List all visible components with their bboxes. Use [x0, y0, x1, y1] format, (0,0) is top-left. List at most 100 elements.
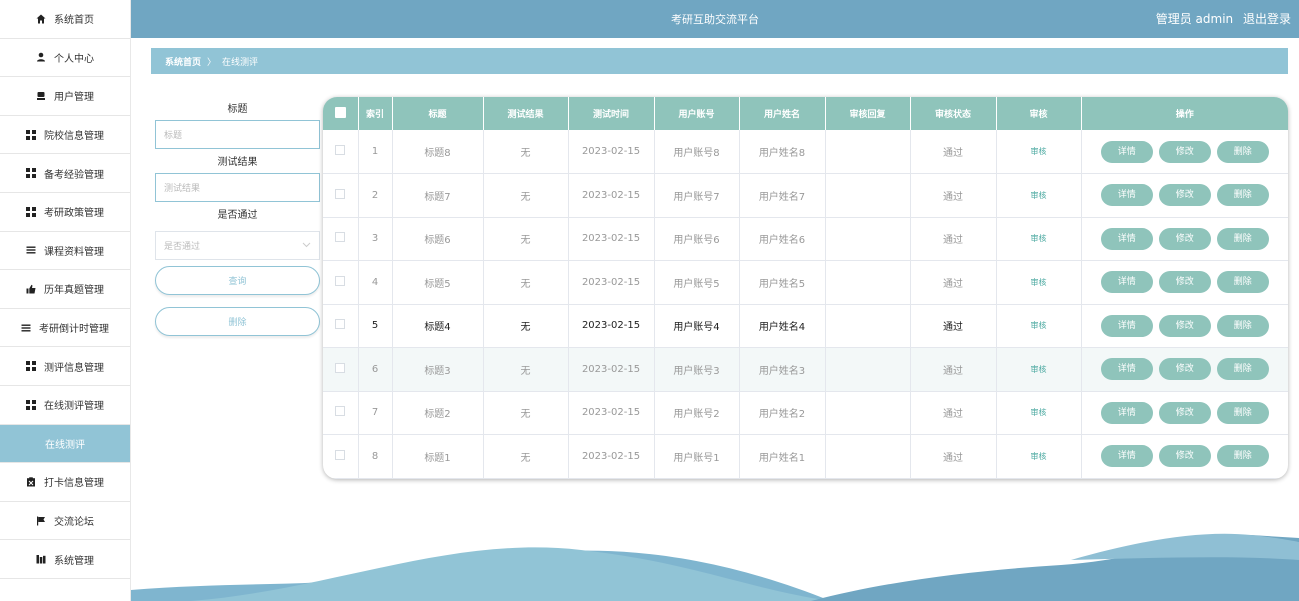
sidebar-item-14[interactable]: 系统管理 — [0, 540, 130, 579]
detail-button[interactable]: 详情 — [1100, 140, 1153, 163]
audit-link[interactable]: 审核 — [1031, 234, 1047, 243]
cell-reply — [825, 173, 911, 218]
cell-name: 用户姓名4 — [739, 304, 826, 348]
breadcrumb-home[interactable]: 系统首页 — [165, 55, 201, 68]
cell-audit: 审核 — [996, 304, 1082, 348]
delete-row-button[interactable]: 删除 — [1216, 445, 1269, 468]
column-header: 测试时间 — [568, 97, 655, 130]
sidebar-item-7[interactable]: 历年真题管理 — [0, 270, 130, 309]
result-label: 测试结果 — [217, 157, 258, 168]
cell-name: 用户姓名2 — [739, 391, 826, 435]
detail-button[interactable]: 详情 — [1100, 445, 1153, 468]
audit-link[interactable]: 审核 — [1031, 365, 1047, 374]
audit-link[interactable]: 审核 — [1031, 191, 1047, 200]
logout-link[interactable]: 退出登录 — [1243, 12, 1291, 26]
cell-result: 无 — [483, 260, 569, 305]
sidebar-item-label: 交流论坛 — [54, 517, 94, 529]
sidebar-item-1[interactable]: 个人中心 — [0, 39, 130, 78]
audit-link[interactable]: 审核 — [1031, 147, 1047, 156]
row-checkbox[interactable] — [323, 217, 359, 261]
edit-button[interactable]: 修改 — [1158, 184, 1211, 207]
select-all-checkbox[interactable] — [323, 97, 359, 130]
title-input[interactable]: 标题 — [155, 120, 320, 149]
cell-account: 用户账号5 — [654, 260, 740, 305]
sidebar-item-0[interactable]: 系统首页 — [0, 0, 130, 39]
delete-row-button[interactable]: 删除 — [1216, 271, 1269, 294]
detail-button[interactable]: 详情 — [1100, 401, 1153, 424]
sidebar-item-13[interactable]: 交流论坛 — [0, 502, 130, 541]
sidebar-item-label: 用户管理 — [54, 92, 94, 104]
cell-index: 1 — [358, 130, 393, 174]
cell-status: 通过 — [910, 391, 997, 435]
cell-actions: 详情 修改 删除 — [1081, 217, 1288, 261]
sidebar-item-9[interactable]: 测评信息管理 — [0, 347, 130, 386]
row-checkbox[interactable] — [323, 173, 359, 218]
row-checkbox[interactable] — [323, 260, 359, 305]
detail-button[interactable]: 详情 — [1100, 271, 1153, 294]
row-checkbox[interactable] — [323, 130, 359, 174]
cell-title: 标题2 — [392, 391, 484, 435]
edit-button[interactable]: 修改 — [1158, 314, 1211, 337]
edit-button[interactable]: 修改 — [1158, 271, 1211, 294]
edit-button[interactable]: 修改 — [1158, 401, 1211, 424]
delete-row-button[interactable]: 删除 — [1216, 358, 1269, 381]
cell-result: 无 — [483, 304, 569, 348]
cell-audit: 审核 — [996, 391, 1082, 435]
cell-audit: 审核 — [996, 260, 1082, 305]
delete-row-button[interactable]: 删除 — [1216, 140, 1269, 163]
row-checkbox[interactable] — [323, 347, 359, 392]
query-button[interactable]: 查询 — [155, 266, 320, 295]
sidebar-item-6[interactable]: 课程资料管理 — [0, 232, 130, 271]
sidebar-item-11[interactable]: 在线测评 — [0, 424, 130, 464]
edit-button[interactable]: 修改 — [1158, 227, 1211, 250]
cell-reply — [825, 391, 911, 435]
delete-row-button[interactable]: 删除 — [1216, 184, 1269, 207]
grid-icon — [26, 399, 36, 410]
list-icon — [26, 245, 36, 255]
audit-link[interactable]: 审核 — [1031, 408, 1047, 417]
cell-title: 标题8 — [392, 130, 484, 174]
sidebar-item-4[interactable]: 备考经验管理 — [0, 154, 130, 193]
cell-index: 7 — [358, 391, 393, 435]
sidebar-item-2[interactable]: 用户管理 — [0, 77, 130, 116]
cell-account: 用户账号2 — [654, 391, 740, 435]
cell-audit: 审核 — [996, 130, 1082, 174]
sidebar-item-label: 在线测评 — [45, 439, 85, 451]
result-input[interactable]: 测试结果 — [155, 173, 320, 202]
flag-icon — [36, 516, 46, 526]
delete-row-button[interactable]: 删除 — [1216, 227, 1269, 250]
detail-button[interactable]: 详情 — [1100, 358, 1153, 381]
cell-result: 无 — [483, 391, 569, 435]
detail-button[interactable]: 详情 — [1100, 227, 1153, 250]
sidebar-item-10[interactable]: 在线测评管理 — [0, 386, 130, 425]
pass-select[interactable]: 是否通过 — [155, 231, 320, 260]
delete-button[interactable]: 删除 — [155, 307, 320, 336]
title-label: 标题 — [227, 104, 248, 115]
detail-button[interactable]: 详情 — [1100, 314, 1153, 337]
audit-link[interactable]: 审核 — [1031, 278, 1047, 287]
row-checkbox[interactable] — [323, 434, 359, 479]
detail-button[interactable]: 详情 — [1100, 184, 1153, 207]
column-header: 操作 — [1175, 110, 1194, 120]
edit-button[interactable]: 修改 — [1158, 140, 1211, 163]
sidebar-item-12[interactable]: 打卡信息管理 — [0, 463, 130, 502]
user-area: 管理员 admin 退出登录 — [1150, 10, 1291, 27]
audit-link[interactable]: 审核 — [1031, 452, 1047, 461]
table-row: 3 标题6 无 2023-02-15 用户账号6 用户姓名6 通过 审核 详情 修改 删除 — [323, 217, 1288, 261]
delete-row-button[interactable]: 删除 — [1216, 314, 1269, 337]
cell-account: 用户账号7 — [654, 173, 740, 218]
row-checkbox[interactable] — [323, 304, 359, 348]
column-header: 索引 — [358, 97, 393, 130]
audit-link[interactable]: 审核 — [1031, 321, 1047, 330]
edit-button[interactable]: 修改 — [1158, 445, 1211, 468]
delete-row-button[interactable]: 删除 — [1216, 401, 1269, 424]
edit-button[interactable]: 修改 — [1158, 358, 1211, 381]
cell-actions: 详情 修改 删除 — [1081, 434, 1288, 479]
sidebar-item-8[interactable]: 考研倒计时管理 — [0, 309, 130, 348]
sidebar-item-5[interactable]: 考研政策管理 — [0, 193, 130, 232]
sidebar-item-3[interactable]: 院校信息管理 — [0, 116, 130, 155]
row-checkbox[interactable] — [323, 391, 359, 435]
sidebar-item-label: 考研政策管理 — [44, 208, 104, 220]
cell-index: 3 — [358, 217, 393, 261]
cell-index: 2 — [358, 173, 393, 218]
